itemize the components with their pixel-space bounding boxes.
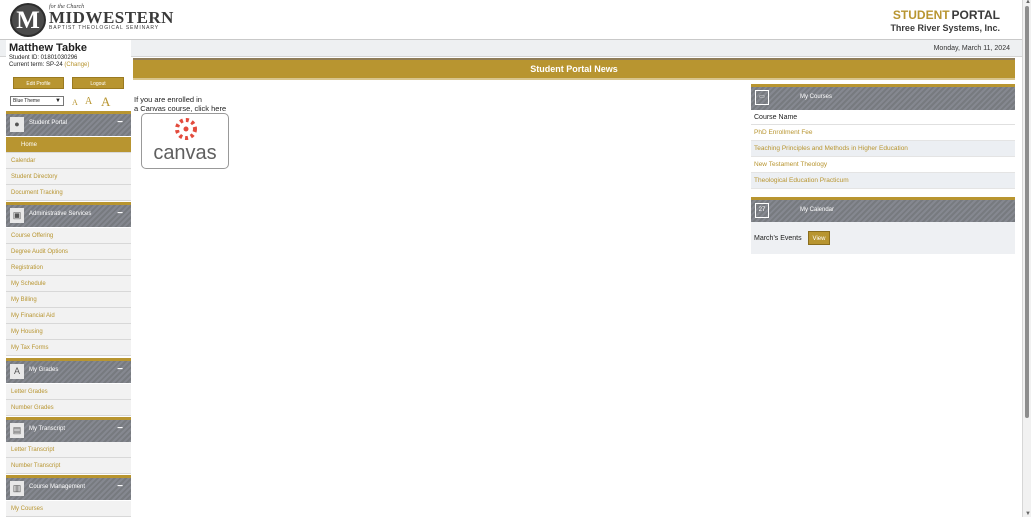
scroll-thumb[interactable] (1025, 6, 1029, 418)
seminary-logo-icon[interactable]: M (10, 3, 46, 37)
my-courses-panel-header: ▭ My Courses (751, 84, 1015, 110)
calendar-events: March's Events View (751, 222, 1015, 254)
nav-my-courses[interactable]: My Courses (6, 501, 131, 517)
nav-course-offering[interactable]: Course Offering (6, 228, 131, 244)
nav-my-housing[interactable]: My Housing (6, 324, 131, 340)
collapse-icon[interactable]: − (117, 423, 123, 434)
canvas-wordmark: canvas (153, 142, 217, 164)
my-grades-title: My Grades (29, 367, 59, 373)
logo-subtitle: BAPTIST THEOLOGICAL SEMINARY (49, 25, 160, 31)
font-size-large-button[interactable]: A (101, 94, 110, 110)
my-calendar-panel-header: 27 My Calendar (751, 197, 1015, 223)
nav-number-grades[interactable]: Number Grades (6, 400, 131, 416)
nav-my-tax-forms[interactable]: My Tax Forms (6, 340, 131, 356)
brand-portal: PORTAL (951, 8, 1000, 22)
news-banner-title: Student Portal News (530, 64, 618, 74)
nav-student-directory[interactable]: Student Directory (6, 169, 131, 185)
sidebar: Matthew Tabke Student ID: 01801030296 Cu… (6, 40, 131, 517)
nav-calendar[interactable]: Calendar (6, 153, 131, 169)
view-calendar-button[interactable]: View (808, 231, 830, 245)
nav-number-transcript[interactable]: Number Transcript (6, 458, 131, 474)
march-events-label: March's Events (754, 235, 802, 242)
nav-my-billing[interactable]: My Billing (6, 292, 131, 308)
course-link[interactable]: Theological Education Practicum (751, 173, 1015, 189)
chevron-down-icon: ▼ (55, 98, 61, 104)
collapse-icon[interactable]: − (117, 208, 123, 219)
nav-document-tracking[interactable]: Document Tracking (6, 185, 131, 201)
scroll-down-icon[interactable]: ▼ (1025, 511, 1031, 517)
student-name: Matthew Tabke (9, 42, 88, 54)
seminary-logo-text[interactable]: for the Church MIDWESTERN BAPTIST THEOLO… (49, 4, 174, 32)
nav-registration[interactable]: Registration (6, 260, 131, 276)
course-management-section[interactable]: ▥ Course Management − (6, 475, 131, 500)
change-term-link[interactable]: (Change) (64, 62, 89, 68)
canvas-note-line-2[interactable]: a Canvas course, click here (134, 104, 226, 114)
nav-degree-audit-options[interactable]: Degree Audit Options (6, 244, 131, 260)
scroll-up-icon[interactable]: ▲ (1025, 0, 1031, 5)
font-size-small-button[interactable]: A (72, 98, 78, 107)
date-bar: Monday, March 11, 2024 (0, 40, 1022, 57)
student-portal-brand: STUDENT PORTAL Three River Systems, Inc. (890, 8, 1000, 33)
course-name-column-header: Course Name (751, 110, 1015, 125)
current-term: Current term: SP-24 (Change) (9, 62, 89, 68)
document-icon: ▤ (10, 423, 24, 438)
my-courses-title: My Courses (800, 94, 833, 100)
my-transcript-title: My Transcript (29, 426, 66, 432)
nav-my-financial-aid[interactable]: My Financial Aid (6, 308, 131, 324)
course-management-title: Course Management (29, 484, 86, 490)
current-term-text: Current term: SP-24 (9, 62, 63, 68)
edit-profile-button[interactable]: Edit Profile (13, 77, 64, 89)
font-size-medium-button[interactable]: A (85, 96, 92, 107)
my-grades-section[interactable]: A My Grades − (6, 358, 131, 383)
administrative-services-title: Administrative Services (29, 211, 92, 217)
collapse-icon[interactable]: − (117, 481, 123, 492)
nav-my-schedule[interactable]: My Schedule (6, 276, 131, 292)
my-transcript-section[interactable]: ▤ My Transcript − (6, 417, 131, 442)
id-card-icon: ▣ (10, 208, 24, 223)
brand-student: STUDENT (892, 8, 950, 22)
current-date: Monday, March 11, 2024 (933, 45, 1010, 52)
brand-company: Three River Systems, Inc. (890, 23, 1000, 33)
administrative-services-section[interactable]: ▣ Administrative Services − (6, 202, 131, 227)
student-portal-section-title: Student Portal (29, 120, 68, 126)
portal-header: M for the Church MIDWESTERN BAPTIST THEO… (0, 0, 1031, 40)
window-icon: ▭ (755, 90, 769, 105)
collapse-icon[interactable]: − (117, 364, 123, 375)
nav-letter-grades[interactable]: Letter Grades (6, 384, 131, 400)
theme-select[interactable]: Blue Theme ▼ (10, 96, 64, 106)
canvas-logo-button[interactable]: canvas (141, 113, 229, 169)
student-id: Student ID: 01801030296 (9, 55, 78, 61)
canvas-note: If you are enrolled in a Canvas course, … (134, 95, 226, 114)
letter-a-icon: A (10, 364, 24, 379)
collapse-icon[interactable]: − (117, 117, 123, 128)
course-link[interactable]: PhD Enrollment Fee (751, 125, 1015, 141)
course-link[interactable]: Teaching Principles and Methods in Highe… (751, 141, 1015, 157)
logo-name: MIDWESTERN (49, 8, 174, 27)
my-calendar-title: My Calendar (800, 207, 835, 213)
nav-letter-transcript[interactable]: Letter Transcript (6, 442, 131, 458)
course-link[interactable]: New Testament Theology (751, 157, 1015, 173)
vertical-scrollbar[interactable]: ▲ ▼ (1022, 0, 1031, 517)
calendar-icon: 27 (755, 203, 769, 218)
logout-button[interactable]: Logout (72, 77, 124, 89)
clipboard-icon: ▥ (10, 481, 24, 496)
user-icon: ● (10, 117, 24, 132)
news-banner: Student Portal News (133, 58, 1015, 80)
theme-select-value: Blue Theme (13, 98, 40, 104)
nav-home[interactable]: Home (6, 137, 131, 153)
student-portal-section[interactable]: ● Student Portal − (6, 111, 131, 136)
